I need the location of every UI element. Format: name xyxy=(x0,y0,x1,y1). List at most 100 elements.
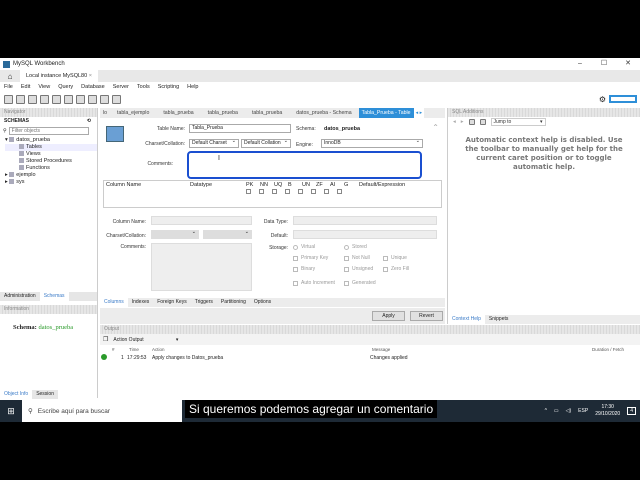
tree-item-views[interactable]: Views xyxy=(5,151,97,158)
tree-item-stored-procedures[interactable]: Stored Procedures xyxy=(5,158,97,165)
tree-item-functions[interactable]: Functions xyxy=(5,165,97,172)
tab-context-help[interactable]: Context Help xyxy=(448,315,485,324)
tab-options[interactable]: Options xyxy=(250,298,275,307)
comments-textarea[interactable]: I xyxy=(187,151,422,179)
revert-button[interactable]: Revert xyxy=(410,311,443,321)
editor-tab[interactable]: tabla_ejemplo xyxy=(110,108,156,118)
table-name-input[interactable]: Tabla_Prueba xyxy=(189,124,291,133)
output-type-select[interactable]: Action Output ▾ xyxy=(113,337,178,343)
home-icon[interactable]: ⌂ xyxy=(0,72,20,81)
back-icon[interactable]: ◂ xyxy=(453,119,456,125)
settings-gear-icon[interactable]: ⚙ xyxy=(599,95,606,104)
unsigned-checkbox[interactable]: Unsigned xyxy=(344,266,373,272)
create-procedure-icon[interactable] xyxy=(76,94,85,104)
tray-chevron-icon[interactable]: ^ xyxy=(545,408,547,414)
default-input[interactable] xyxy=(293,230,437,239)
tab-scroll-arrows-icon[interactable]: ◂ ▸ xyxy=(413,108,425,118)
close-button[interactable]: ✕ xyxy=(616,58,640,70)
binary-checkbox[interactable]: Binary xyxy=(293,266,315,272)
tab-administration[interactable]: Administration xyxy=(0,292,40,301)
ai-checkbox[interactable] xyxy=(324,189,329,194)
column-charset-select[interactable] xyxy=(151,229,199,239)
nn-checkbox[interactable] xyxy=(259,189,264,194)
menu-tools[interactable]: Tools xyxy=(133,84,154,90)
tab-schemas[interactable]: Schemas xyxy=(39,292,69,301)
create-table-icon[interactable] xyxy=(52,94,61,104)
tree-item-sys[interactable]: ▸ sys xyxy=(5,179,97,186)
tab-indexes[interactable]: Indexes xyxy=(128,298,154,307)
windows-start-icon[interactable]: ⊞ xyxy=(0,406,22,417)
data-type-input[interactable] xyxy=(293,216,437,225)
connection-tab[interactable]: Local instance MySQL80 × xyxy=(20,70,98,82)
copy-icon[interactable]: ❐ xyxy=(103,336,108,343)
not-null-checkbox[interactable]: Not Null xyxy=(344,255,370,261)
tab-session[interactable]: Session xyxy=(32,390,58,399)
collapse-icon[interactable]: ⌃ xyxy=(432,123,439,132)
minimize-button[interactable]: – xyxy=(568,58,592,70)
menu-query[interactable]: Query xyxy=(54,84,77,90)
editor-tab[interactable]: tabla_prueba xyxy=(201,108,245,118)
menu-edit[interactable]: Edit xyxy=(17,84,34,90)
volume-icon[interactable]: ◁) xyxy=(566,408,572,414)
create-schema-icon[interactable] xyxy=(40,94,49,104)
tab-snippets[interactable]: Snippets xyxy=(485,315,512,324)
search-table-data-icon[interactable] xyxy=(100,94,109,104)
stored-radio[interactable]: Stored xyxy=(344,244,367,250)
tab-foreign-keys[interactable]: Foreign Keys xyxy=(153,298,190,307)
virtual-radio[interactable]: Virtual xyxy=(293,244,315,250)
tab-partitioning[interactable]: Partitioning xyxy=(217,298,250,307)
primary-key-checkbox[interactable]: Primary Key xyxy=(293,255,328,261)
new-sql-tab-icon[interactable] xyxy=(4,94,13,104)
tab-columns[interactable]: Columns xyxy=(100,298,128,307)
menu-database[interactable]: Database xyxy=(77,84,109,90)
tab-object-info[interactable]: Object Info xyxy=(0,390,33,399)
column-comments-textarea[interactable] xyxy=(151,243,252,291)
menu-scripting[interactable]: Scripting xyxy=(154,84,183,90)
zf-checkbox[interactable] xyxy=(311,189,316,194)
zero-fill-checkbox[interactable]: Zero Fill xyxy=(383,266,409,272)
menu-file[interactable]: File xyxy=(0,84,17,90)
editor-tab[interactable]: tabla_prueba xyxy=(245,108,289,118)
editor-tab[interactable]: datos_prueba - Schema xyxy=(289,108,358,118)
maximize-button[interactable]: ☐ xyxy=(592,58,616,70)
create-view-icon[interactable] xyxy=(64,94,73,104)
forward-icon[interactable]: ▸ xyxy=(461,119,464,125)
editor-tab-active[interactable]: Tabla_Prueba - Table xyxy=(358,108,414,118)
menu-help[interactable]: Help xyxy=(183,84,202,90)
unique-checkbox[interactable]: Unique xyxy=(383,255,407,261)
clock[interactable]: 17:30 29/10/2020 xyxy=(595,404,620,418)
language-indicator[interactable]: ESP xyxy=(578,408,588,414)
editor-tab[interactable]: lo xyxy=(100,108,110,118)
un-checkbox[interactable] xyxy=(298,189,303,194)
collation-select[interactable]: Default Collation xyxy=(241,138,291,148)
panel-layout-icon[interactable] xyxy=(609,95,637,103)
g-checkbox[interactable] xyxy=(337,189,342,194)
jump-to-select[interactable]: Jump to ▾ xyxy=(490,117,546,126)
columns-grid[interactable]: Column Name Datatype PK NN UQ B UN ZF AI… xyxy=(103,180,442,208)
tree-item-ejemplo[interactable]: ▸ ejemplo xyxy=(5,172,97,179)
menu-view[interactable]: View xyxy=(34,84,54,90)
inspector-icon[interactable] xyxy=(28,94,37,104)
network-icon[interactable]: ▭ xyxy=(554,408,559,414)
create-function-icon[interactable] xyxy=(88,94,97,104)
manual-help-icon[interactable] xyxy=(468,118,475,125)
column-name-input[interactable] xyxy=(151,216,252,225)
charset-select[interactable]: Default Charset xyxy=(189,138,239,148)
tab-triggers[interactable]: Triggers xyxy=(191,298,217,307)
apply-button[interactable]: Apply xyxy=(372,311,405,321)
tree-item-datos-prueba[interactable]: ▾ datos_prueba xyxy=(5,137,97,144)
reconnect-icon[interactable] xyxy=(112,94,121,104)
notifications-icon[interactable]: 4 xyxy=(627,407,636,415)
filter-objects-input[interactable] xyxy=(8,126,89,135)
output-row[interactable]: 1 17:29:53 Apply changes to Datos_prueba… xyxy=(100,353,640,362)
auto-help-icon[interactable] xyxy=(479,118,486,125)
tree-item-tables[interactable]: Tables xyxy=(5,144,97,151)
refresh-icon[interactable]: ⟲ xyxy=(87,117,91,126)
auto-increment-checkbox[interactable]: Auto Increment xyxy=(293,280,335,286)
column-collation-select[interactable] xyxy=(203,229,252,239)
open-sql-script-icon[interactable] xyxy=(16,94,25,104)
close-tab-icon[interactable]: × xyxy=(89,73,92,79)
editor-tab[interactable]: tabla_prueba xyxy=(156,108,200,118)
taskbar-search[interactable]: ⚲ Escribe aquí para buscar xyxy=(22,400,182,422)
uq-checkbox[interactable] xyxy=(272,189,277,194)
